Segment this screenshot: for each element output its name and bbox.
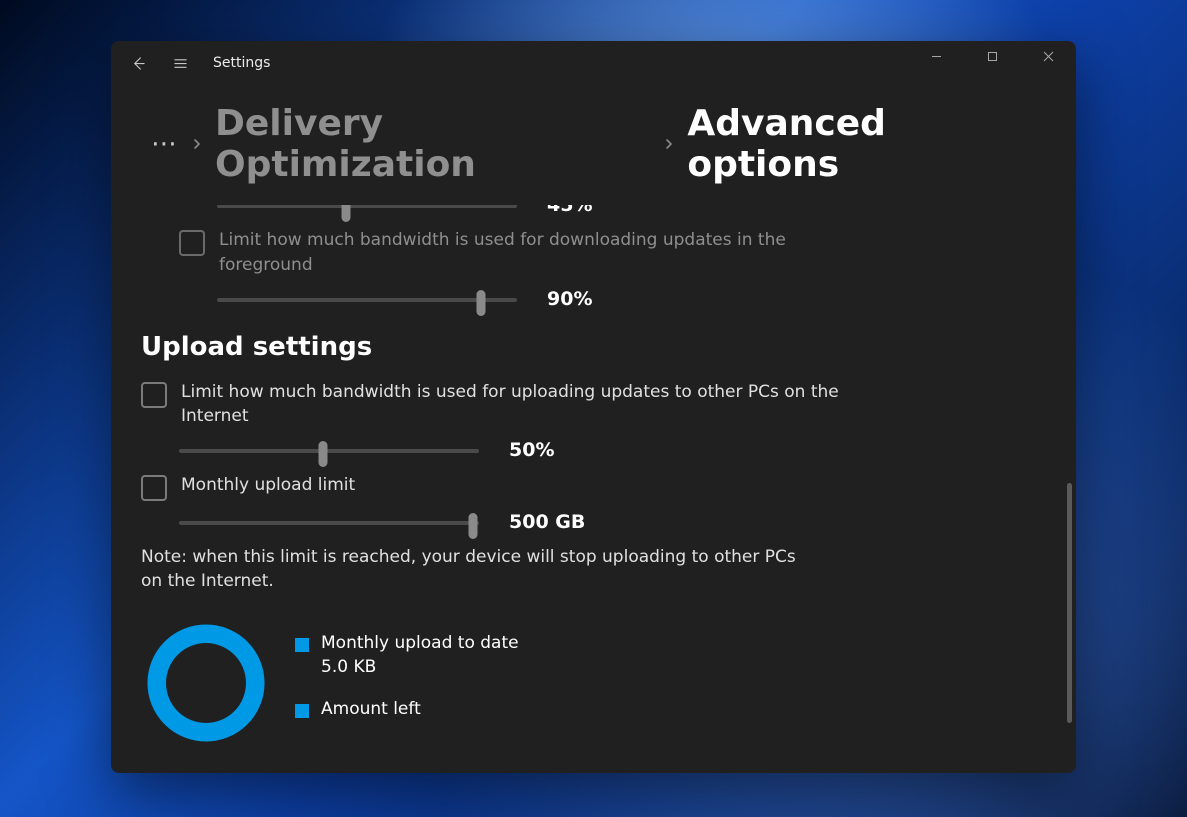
legend-uploaded: Monthly upload to date 5.0 KB [295,632,519,680]
upload-donut-chart [141,618,271,748]
maximize-icon [987,51,998,62]
upload-bw-slider[interactable] [179,440,479,460]
content-area: ⋯ Delivery Optimization Advanced options… [111,85,1076,773]
download-bg-slider[interactable] [217,205,517,215]
minimize-button[interactable] [908,41,964,71]
upload-bw-checkbox-row: Limit how much bandwidth is used for upl… [141,380,841,429]
breadcrumb-delivery-optimization[interactable]: Delivery Optimization [215,103,651,185]
maximize-button[interactable] [964,41,1020,71]
close-button[interactable] [1020,41,1076,71]
desktop-wallpaper: Settings ⋯ Delivery Optimizatio [0,0,1187,817]
download-fg-slider-value: 90% [547,288,592,310]
legend-left-label: Amount left [321,698,421,722]
upload-bw-slider-value: 50% [509,439,554,461]
chevron-right-icon [663,135,675,154]
title-bar: Settings [111,41,1076,85]
minimize-icon [931,51,942,62]
upload-monthly-checkbox-row: Monthly upload limit [141,473,841,501]
hamburger-icon [173,56,188,71]
upload-monthly-slider-row: 500 GB [179,511,1046,533]
upload-stats: Monthly upload to date 5.0 KB Amount lef… [141,618,1046,748]
upload-monthly-checkbox-label: Monthly upload limit [181,473,355,498]
upload-legend: Monthly upload to date 5.0 KB Amount lef… [295,632,519,721]
download-fg-slider[interactable] [217,289,517,309]
window-controls [908,41,1076,71]
back-button[interactable] [117,41,159,85]
upload-monthly-slider[interactable] [179,512,479,532]
download-bg-slider-row: 45% [217,205,1046,216]
upload-bw-checkbox-label: Limit how much bandwidth is used for upl… [181,380,841,429]
breadcrumb-more[interactable]: ⋯ [151,129,179,159]
download-fg-slider-row: 90% [217,288,1046,310]
chevron-right-icon [191,135,203,154]
window-title: Settings [213,55,270,71]
arrow-left-icon [131,56,146,71]
legend-swatch-icon [295,638,309,652]
scroll-area[interactable]: Limit how much bandwidth is used for dow… [141,205,1058,773]
legend-left: Amount left [295,698,519,722]
close-icon [1043,51,1054,62]
breadcrumb: ⋯ Delivery Optimization Advanced options [141,85,1046,195]
download-bg-slider-value: 45% [547,205,592,216]
upload-bw-checkbox[interactable] [141,382,167,408]
download-fg-checkbox[interactable] [179,230,205,256]
upload-bw-slider-row: 50% [179,439,1046,461]
download-fg-checkbox-label: Limit how much bandwidth is used for dow… [219,228,879,277]
upload-monthly-note: Note: when this limit is reached, your d… [141,545,801,594]
upload-settings-heading: Upload settings [141,332,1046,362]
scrollbar-thumb[interactable] [1067,483,1072,723]
legend-uploaded-label: Monthly upload to date [321,632,519,656]
upload-monthly-slider-value: 500 GB [509,511,585,533]
legend-swatch-icon [295,704,309,718]
download-fg-checkbox-row: Limit how much bandwidth is used for dow… [179,228,879,277]
hamburger-button[interactable] [159,41,201,85]
breadcrumb-advanced-options: Advanced options [687,103,1046,185]
upload-monthly-checkbox[interactable] [141,475,167,501]
legend-uploaded-value: 5.0 KB [321,656,519,680]
settings-window: Settings ⋯ Delivery Optimizatio [111,41,1076,773]
